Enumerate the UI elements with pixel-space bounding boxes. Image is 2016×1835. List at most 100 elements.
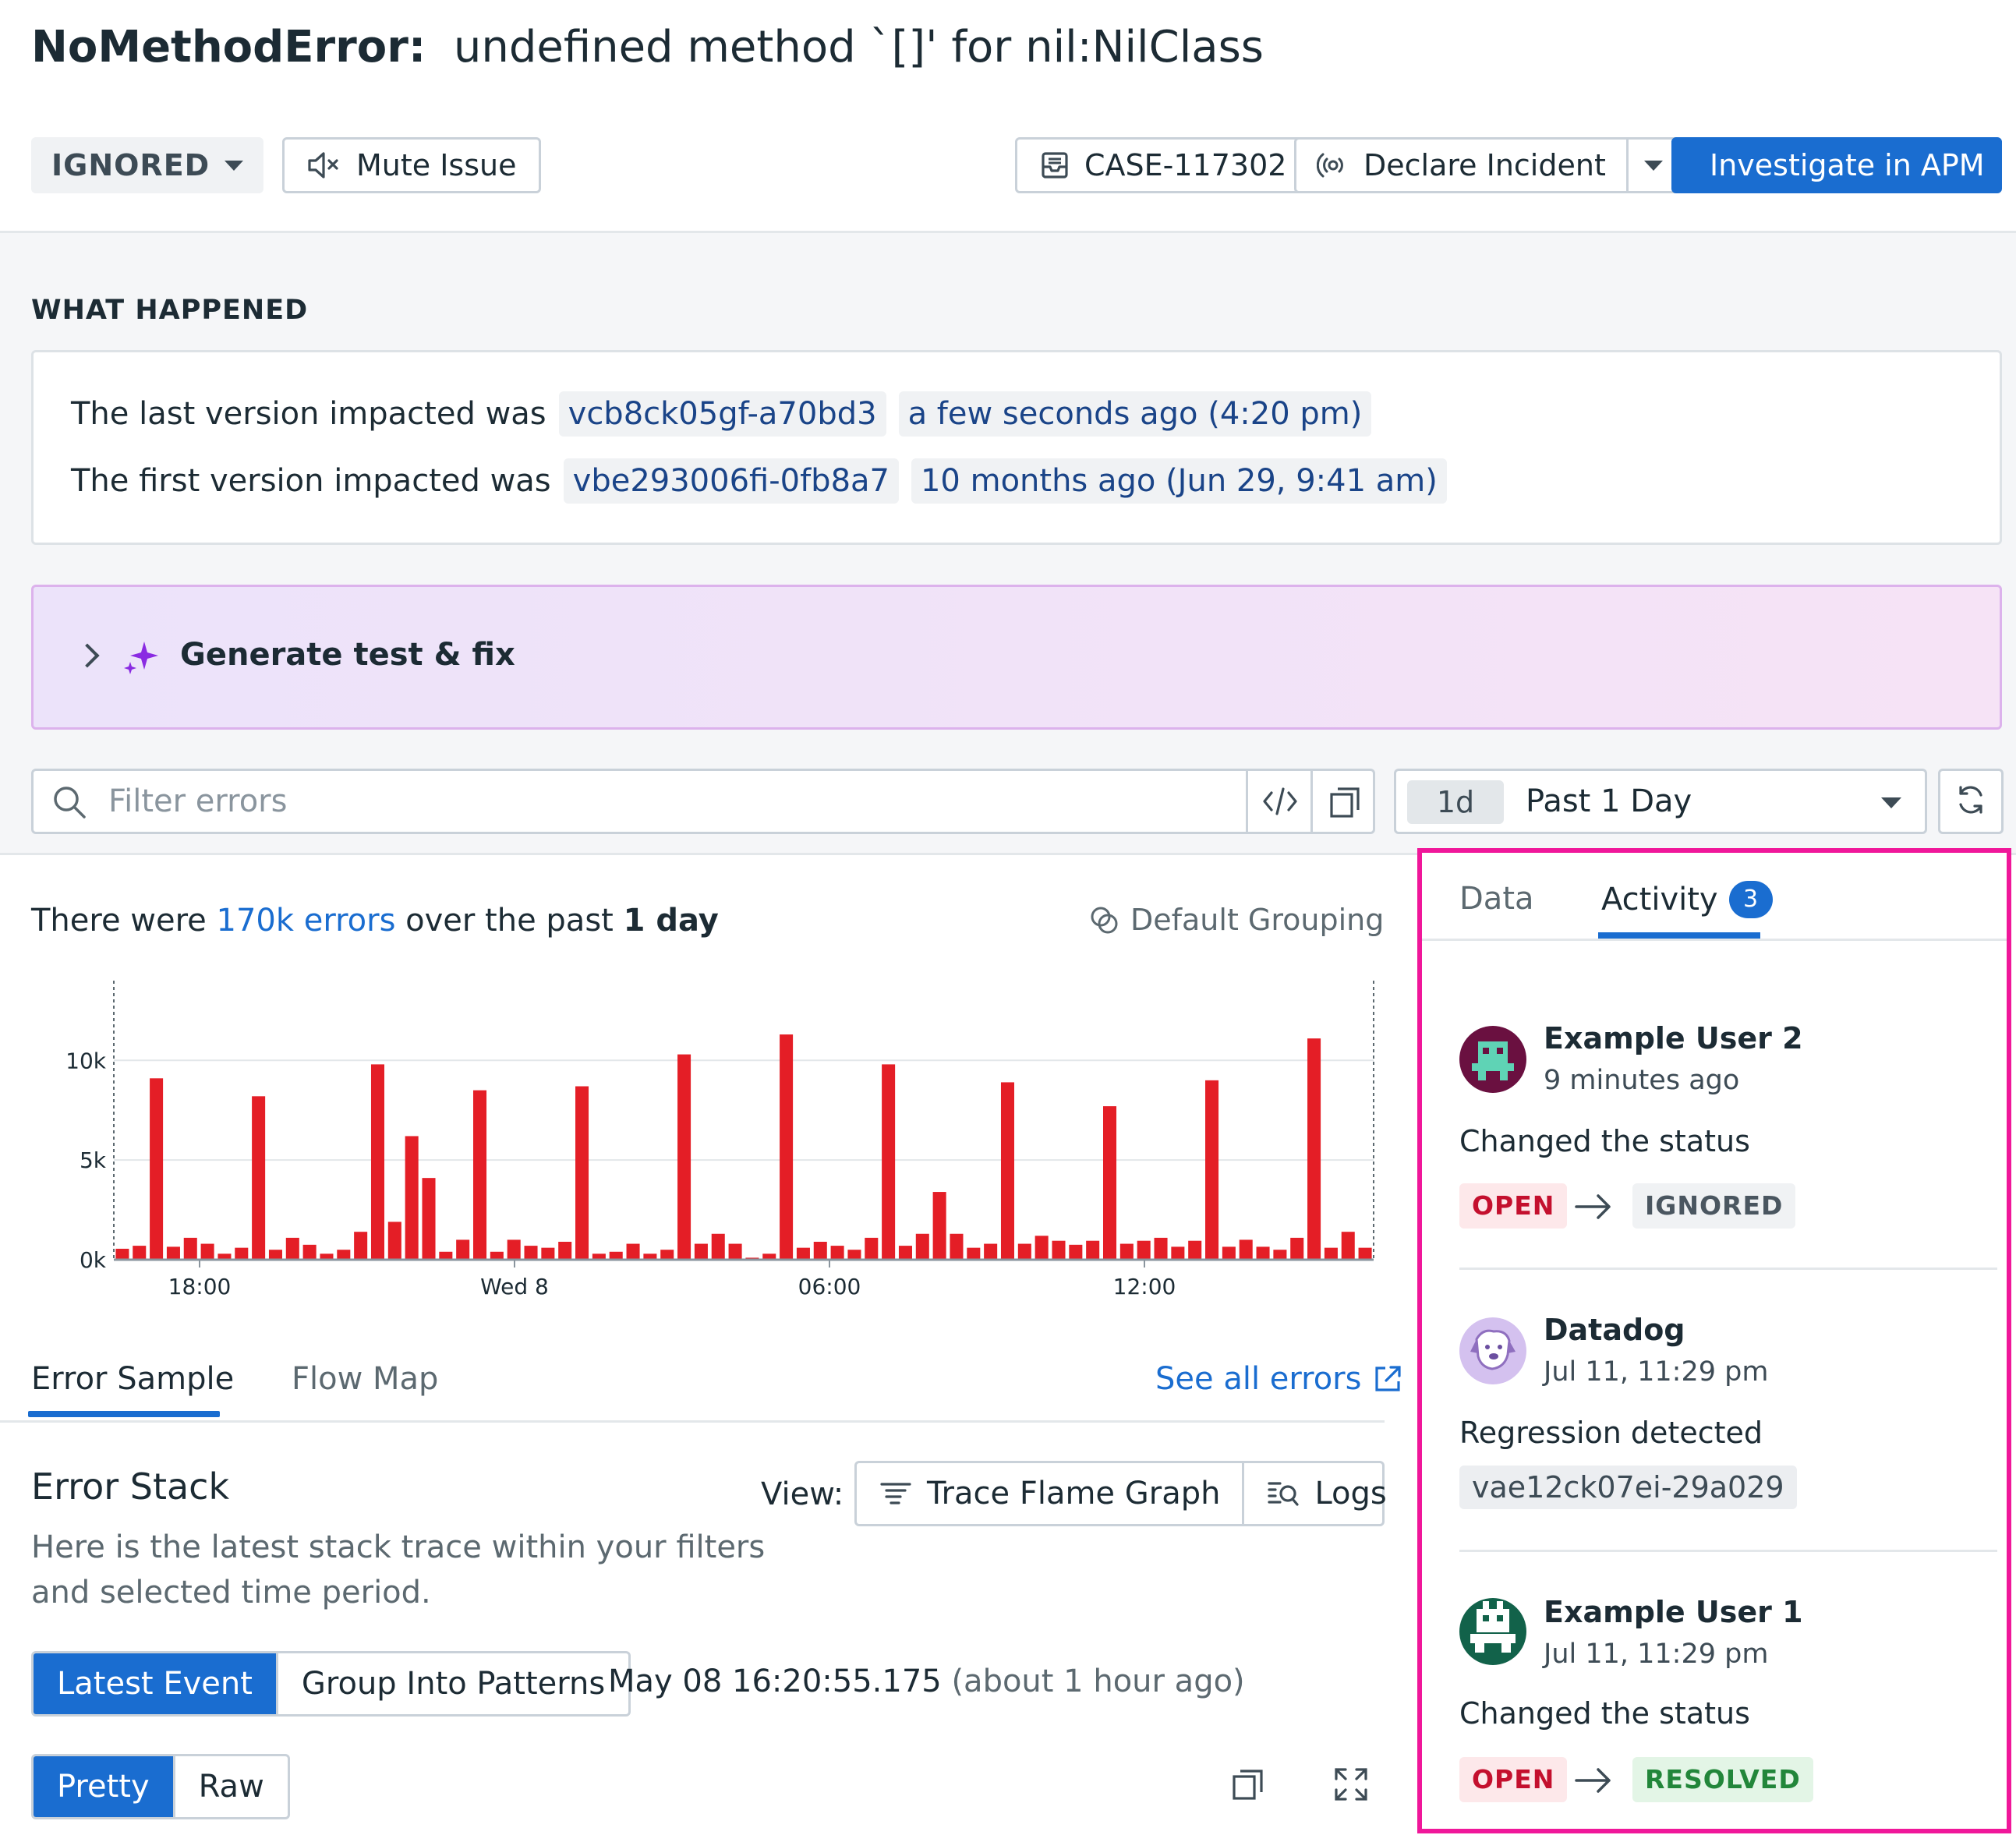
chart-bar[interactable] [1188,1240,1202,1260]
chart-bar[interactable] [268,1250,282,1260]
filter-errors-input[interactable] [108,782,1262,821]
chart-bar[interactable] [1119,1243,1134,1260]
code-view-button[interactable] [1246,771,1310,832]
chart-bar[interactable] [285,1237,299,1260]
first-version-chip[interactable]: vbe293006fi-0fb8a7 [563,458,899,504]
logs-button[interactable]: Logs [1242,1463,1408,1524]
see-all-errors-link[interactable]: See all errors [1155,1361,1403,1397]
chart-bar[interactable] [967,1247,981,1260]
chart-bar[interactable] [387,1222,401,1260]
chart-bar[interactable] [1273,1250,1287,1260]
error-count-link[interactable]: 170k errors [217,903,396,939]
generate-test-fix-panel[interactable]: Generate test & fix [31,585,2002,730]
chart-bar[interactable] [166,1246,180,1260]
chart-bar[interactable] [882,1064,896,1260]
mute-issue-button[interactable]: Mute Issue [282,137,541,193]
chart-bar[interactable] [1222,1246,1236,1260]
chart-bar[interactable] [405,1136,419,1260]
group-into-patterns-button[interactable]: Group Into Patterns [275,1653,628,1714]
regression-version-chip[interactable]: vae12ck07ei-29a029 [1459,1466,1797,1509]
chart-bar[interactable] [558,1241,572,1260]
chart-bar[interactable] [660,1250,674,1260]
chart-bar[interactable] [541,1247,555,1260]
chart-bar[interactable] [1307,1038,1321,1260]
chart-bar[interactable] [472,1090,487,1260]
chart-bar[interactable] [915,1233,929,1260]
trace-flame-graph-button[interactable]: Trace Flame Graph [857,1463,1242,1524]
chart-bar[interactable] [456,1239,470,1260]
chart-bar[interactable] [694,1243,708,1260]
chart-bar[interactable] [950,1233,964,1260]
chart-bar[interactable] [575,1086,589,1260]
default-grouping-button[interactable]: Default Grouping [1088,903,1384,937]
status-dropdown[interactable]: IGNORED [31,137,263,193]
chart-bar[interactable] [1086,1240,1100,1260]
panel-active-tab-indicator [1598,932,1760,939]
chart-bar[interactable] [1137,1240,1151,1260]
investigate-apm-button[interactable]: Investigate in APM [1671,137,2002,193]
chart-bar[interactable] [711,1233,725,1260]
chart-bar[interactable] [796,1247,810,1260]
chart-bar[interactable] [1154,1237,1168,1260]
chart-bar[interactable] [932,1192,946,1260]
copy-icon[interactable] [1230,1766,1266,1802]
last-version-chip[interactable]: vcb8ck05gf-a70bd3 [558,391,886,437]
chart-bar[interactable] [150,1078,164,1260]
chart-bar[interactable] [677,1054,691,1260]
chart-bar[interactable] [1239,1239,1253,1260]
chart-bar[interactable] [830,1246,844,1260]
chart-bar[interactable] [609,1251,623,1260]
chart-bar[interactable] [1341,1232,1355,1260]
chart-bar[interactable] [354,1232,368,1260]
chart-bar[interactable] [337,1250,351,1260]
chart-bar[interactable] [1069,1244,1083,1260]
chart-bar[interactable] [302,1244,317,1260]
panel-tab-data[interactable]: Data [1459,881,1534,917]
chart-bar[interactable] [235,1247,249,1260]
chart-bar[interactable] [439,1251,453,1260]
summary-period: 1 day [623,903,719,939]
chart-bar[interactable] [133,1246,147,1260]
chart-bar[interactable] [183,1237,197,1260]
chart-bar[interactable] [1171,1246,1185,1260]
pretty-button[interactable]: Pretty [34,1756,173,1817]
chart-bar[interactable] [780,1034,794,1260]
chart-bar[interactable] [115,1248,129,1260]
chart-bar[interactable] [847,1250,861,1260]
time-range-selector[interactable]: 1d Past 1 Day [1394,769,1927,834]
chart-bar[interactable] [507,1239,521,1260]
chart-bar[interactable] [1102,1106,1117,1260]
chart-bar[interactable] [1290,1237,1304,1260]
chart-bar[interactable] [490,1251,504,1260]
chart-bar[interactable] [1052,1240,1066,1260]
chart-bar[interactable] [524,1246,538,1260]
case-button[interactable]: CASE-117302 [1015,137,1311,193]
chart-bar[interactable] [1324,1247,1338,1260]
copy-query-button[interactable] [1310,771,1374,832]
chart-bar[interactable] [898,1246,912,1260]
chart-bar[interactable] [370,1064,385,1260]
tab-flow-map[interactable]: Flow Map [292,1361,438,1397]
chart-bar[interactable] [252,1096,266,1260]
chart-bar[interactable] [1017,1243,1031,1260]
declare-incident-button[interactable]: Declare Incident [1296,140,1626,191]
first-time-chip: 10 months ago (Jun 29, 9:41 am) [911,458,1447,504]
refresh-button[interactable] [1938,769,2004,834]
chart-bar[interactable] [1000,1082,1015,1260]
panel-tab-activity[interactable]: Activity 3 [1601,881,1773,918]
chart-bar[interactable] [1035,1236,1049,1260]
chart-bar[interactable] [984,1243,998,1260]
chart-bar[interactable] [1256,1246,1270,1260]
tab-error-sample[interactable]: Error Sample [31,1361,234,1397]
chart-bar[interactable] [1205,1080,1219,1260]
expand-icon[interactable] [1333,1766,1369,1802]
chart-bar[interactable] [1358,1247,1372,1260]
chart-bar[interactable] [200,1243,214,1260]
chart-bar[interactable] [422,1178,436,1260]
chart-bar[interactable] [865,1237,879,1260]
chart-bar[interactable] [626,1243,640,1260]
chart-bar[interactable] [728,1243,742,1260]
raw-button[interactable]: Raw [172,1756,288,1817]
latest-event-button[interactable]: Latest Event [34,1653,276,1714]
chart-bar[interactable] [813,1241,827,1260]
